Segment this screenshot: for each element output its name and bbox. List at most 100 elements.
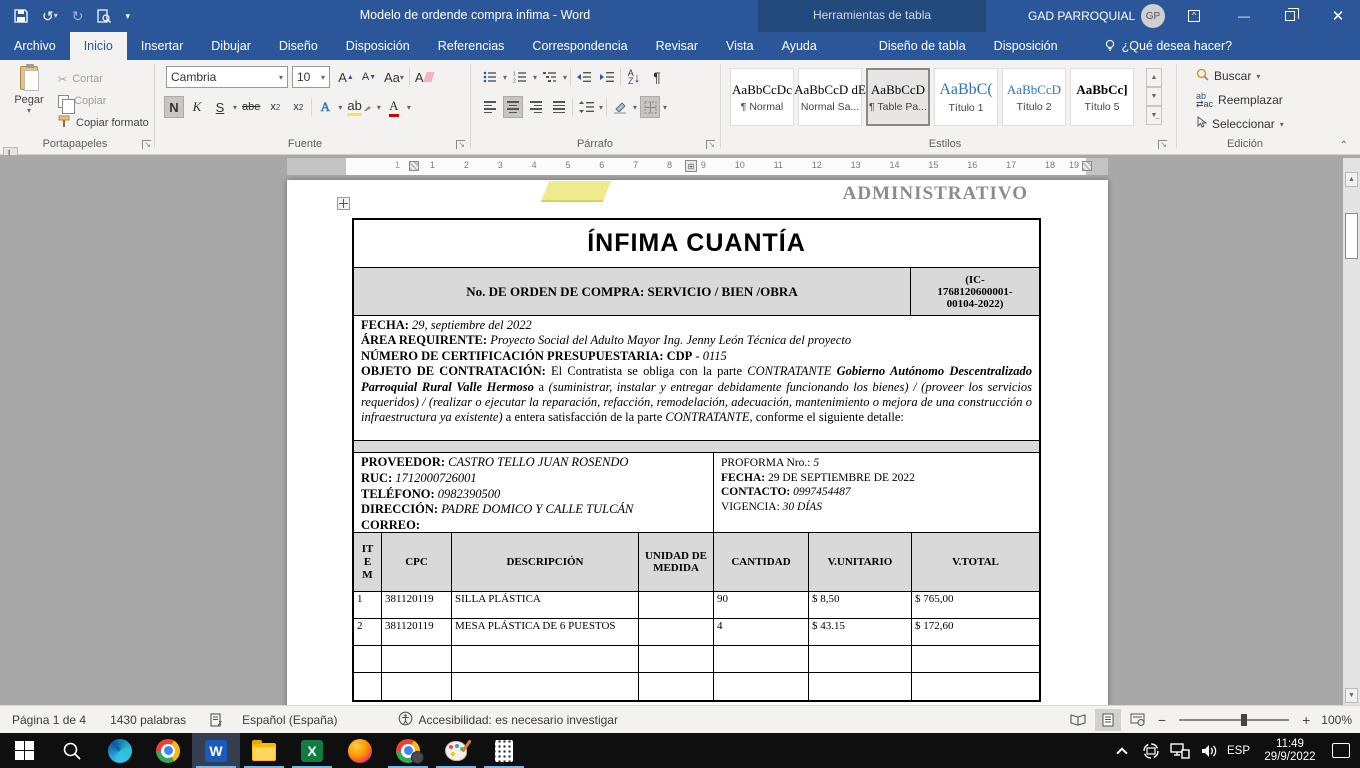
zoom-slider[interactable] <box>1179 719 1289 721</box>
line-spacing-button[interactable] <box>576 96 596 118</box>
table-column-marker[interactable]: ⊞ <box>685 160 697 172</box>
scroll-down-arrow[interactable]: ▼ <box>1345 688 1358 703</box>
close-button[interactable]: ✕ <box>1316 0 1360 32</box>
order-label-cell[interactable]: No. DE ORDEN DE COMPRA: SERVICIO / BIEN … <box>354 268 910 315</box>
proforma-cell[interactable]: PROFORMA Nro.: 5 FECHA: 29 DE SEPTIEMBRE… <box>713 453 1039 536</box>
accessibility-status[interactable]: Accesibilidad: es necesario investigar <box>386 711 630 729</box>
borders-button[interactable] <box>640 96 660 118</box>
document-page[interactable]: ADMINISTRATIVO ÍNFIMA CUANTÍA No. DE ORD… <box>287 180 1108 705</box>
select-button[interactable]: Seleccionar▾ <box>1196 116 1284 132</box>
align-right-button[interactable] <box>526 96 546 118</box>
web-layout-button[interactable] <box>1125 709 1151 731</box>
network-icon[interactable] <box>1169 743 1191 759</box>
copy-button[interactable]: Copiar <box>58 90 106 112</box>
styles-scroll-up[interactable]: ▲ <box>1146 68 1162 87</box>
taskbar-chrome-profile[interactable] <box>384 733 432 768</box>
format-painter-button[interactable]: Copiar formato <box>58 112 149 134</box>
underline-button[interactable]: S <box>210 96 230 118</box>
right-indent-marker[interactable] <box>1082 161 1092 171</box>
print-layout-button[interactable] <box>1095 709 1121 731</box>
taskbar-chrome[interactable] <box>144 733 192 768</box>
tab-vista[interactable]: Vista <box>712 32 768 60</box>
volume-icon[interactable] <box>1198 743 1220 759</box>
multilevel-list-button[interactable] <box>540 66 560 88</box>
style-table-paragraph[interactable]: AaBbCcD ¶ Table Pa... <box>866 68 930 126</box>
tab-ayuda[interactable]: Ayuda <box>768 32 831 60</box>
taskbar-calculator[interactable] <box>480 733 528 768</box>
clock[interactable]: 11:49 29/9/2022 <box>1257 738 1323 764</box>
font-size-combo[interactable]: 10▾ <box>292 66 330 88</box>
taskbar-word[interactable]: W <box>192 733 240 768</box>
decrease-indent-button[interactable] <box>574 66 594 88</box>
cut-button[interactable]: ✂Cortar <box>58 68 103 90</box>
style-titulo-5[interactable]: AaBbCc] Título 5 <box>1070 68 1134 126</box>
read-mode-button[interactable] <box>1065 709 1091 731</box>
collapse-ribbon-icon[interactable]: ⌃ <box>1340 140 1348 151</box>
order-details-cell[interactable]: FECHA: 29, septiembre del 2022 ÁREA REQU… <box>354 316 1039 441</box>
sort-button[interactable]: AZ↓ <box>624 66 644 88</box>
text-effects-button[interactable]: A <box>315 96 335 118</box>
tab-insertar[interactable]: Insertar <box>127 32 197 60</box>
tab-inicio[interactable]: Inicio <box>70 32 127 60</box>
font-color-button[interactable]: A <box>384 96 404 118</box>
vendor-cell[interactable]: PROVEEDOR: CASTRO TELLO JUAN ROSENDO RUC… <box>354 453 713 536</box>
page-indicator[interactable]: Página 1 de 4 <box>0 713 98 727</box>
superscript-button[interactable]: x2 <box>288 96 308 118</box>
style-normal-sa[interactable]: AaBbCcD dE Normal Sa... <box>798 68 862 126</box>
taskbar-paint[interactable] <box>432 733 480 768</box>
numbering-button[interactable]: 12 <box>510 66 530 88</box>
taskbar-firefox[interactable] <box>336 733 384 768</box>
tab-correspondencia[interactable]: Correspondencia <box>518 32 641 60</box>
zoom-level[interactable]: 100% <box>1321 713 1352 727</box>
tell-me-box[interactable]: ¿Qué desea hacer? <box>1094 32 1243 60</box>
item-row-1[interactable]: 1381120119 SILLA PLÁSTICA 90$ 8,50 $ 765… <box>354 592 1039 619</box>
justify-button[interactable] <box>549 96 569 118</box>
left-indent-marker[interactable] <box>409 161 419 171</box>
shading-button[interactable] <box>610 96 630 118</box>
style-normal[interactable]: AaBbCcDc ¶ Normal <box>730 68 794 126</box>
zoom-out-button[interactable]: − <box>1155 712 1169 728</box>
avatar[interactable]: GP <box>1141 4 1165 28</box>
tab-dibujar[interactable]: Dibujar <box>197 32 265 60</box>
print-preview-icon[interactable] <box>97 9 111 23</box>
tab-archivo[interactable]: Archivo <box>0 32 70 60</box>
tab-disposicion-tabla[interactable]: Disposición <box>980 32 1072 60</box>
redo-button[interactable]: ↻ <box>72 9 84 23</box>
zoom-in-button[interactable]: + <box>1299 712 1313 728</box>
tab-diseno[interactable]: Diseño <box>265 32 332 60</box>
minimize-button[interactable]: — <box>1222 0 1266 32</box>
document-title-cell[interactable]: ÍNFIMA CUANTÍA <box>354 220 1039 268</box>
item-row-empty-1[interactable] <box>354 646 1039 673</box>
style-titulo-1[interactable]: AaBbC( Título 1 <box>934 68 998 126</box>
scroll-up-arrow[interactable]: ▲ <box>1345 172 1358 187</box>
language-tray[interactable]: ESP <box>1227 745 1250 757</box>
language-indicator[interactable]: Español (España) <box>230 713 349 727</box>
font-family-combo[interactable]: Cambria▾ <box>166 66 288 88</box>
cast-icon[interactable] <box>1140 742 1162 760</box>
start-button[interactable] <box>0 733 48 768</box>
replace-button[interactable]: ab⇄ac Reemplazar <box>1196 92 1283 108</box>
find-button[interactable]: Buscar▾ <box>1196 68 1260 84</box>
vertical-scrollbar[interactable]: ▲ ▼ <box>1343 158 1360 705</box>
bullets-button[interactable] <box>480 66 500 88</box>
restore-button[interactable] <box>1268 0 1312 32</box>
clipboard-dialog-launcher[interactable]: ↘ <box>142 140 151 149</box>
word-count[interactable]: 1430 palabras <box>98 713 198 727</box>
paragraph-dialog-launcher[interactable]: ↘ <box>706 140 715 149</box>
tab-disposicion[interactable]: Disposición <box>332 32 424 60</box>
taskbar-excel[interactable]: X <box>288 733 336 768</box>
show-paragraph-marks-button[interactable]: ¶ <box>647 66 667 88</box>
undo-button[interactable]: ↺ ▾ <box>42 9 58 23</box>
grow-font-button[interactable]: A▲ <box>336 66 356 88</box>
tab-revisar[interactable]: Revisar <box>642 32 712 60</box>
bold-button[interactable]: N <box>164 96 184 118</box>
taskbar-explorer[interactable] <box>240 733 288 768</box>
table-move-handle[interactable] <box>337 197 350 210</box>
action-center-icon[interactable] <box>1330 743 1352 758</box>
font-dialog-launcher[interactable]: ↘ <box>456 140 465 149</box>
style-titulo-2[interactable]: AaBbCcD Título 2 <box>1002 68 1066 126</box>
ribbon-display-options-button[interactable]: ^ <box>1172 0 1216 32</box>
styles-dialog-launcher[interactable]: ↘ <box>1158 140 1167 149</box>
increase-indent-button[interactable] <box>597 66 617 88</box>
tab-referencias[interactable]: Referencias <box>424 32 519 60</box>
